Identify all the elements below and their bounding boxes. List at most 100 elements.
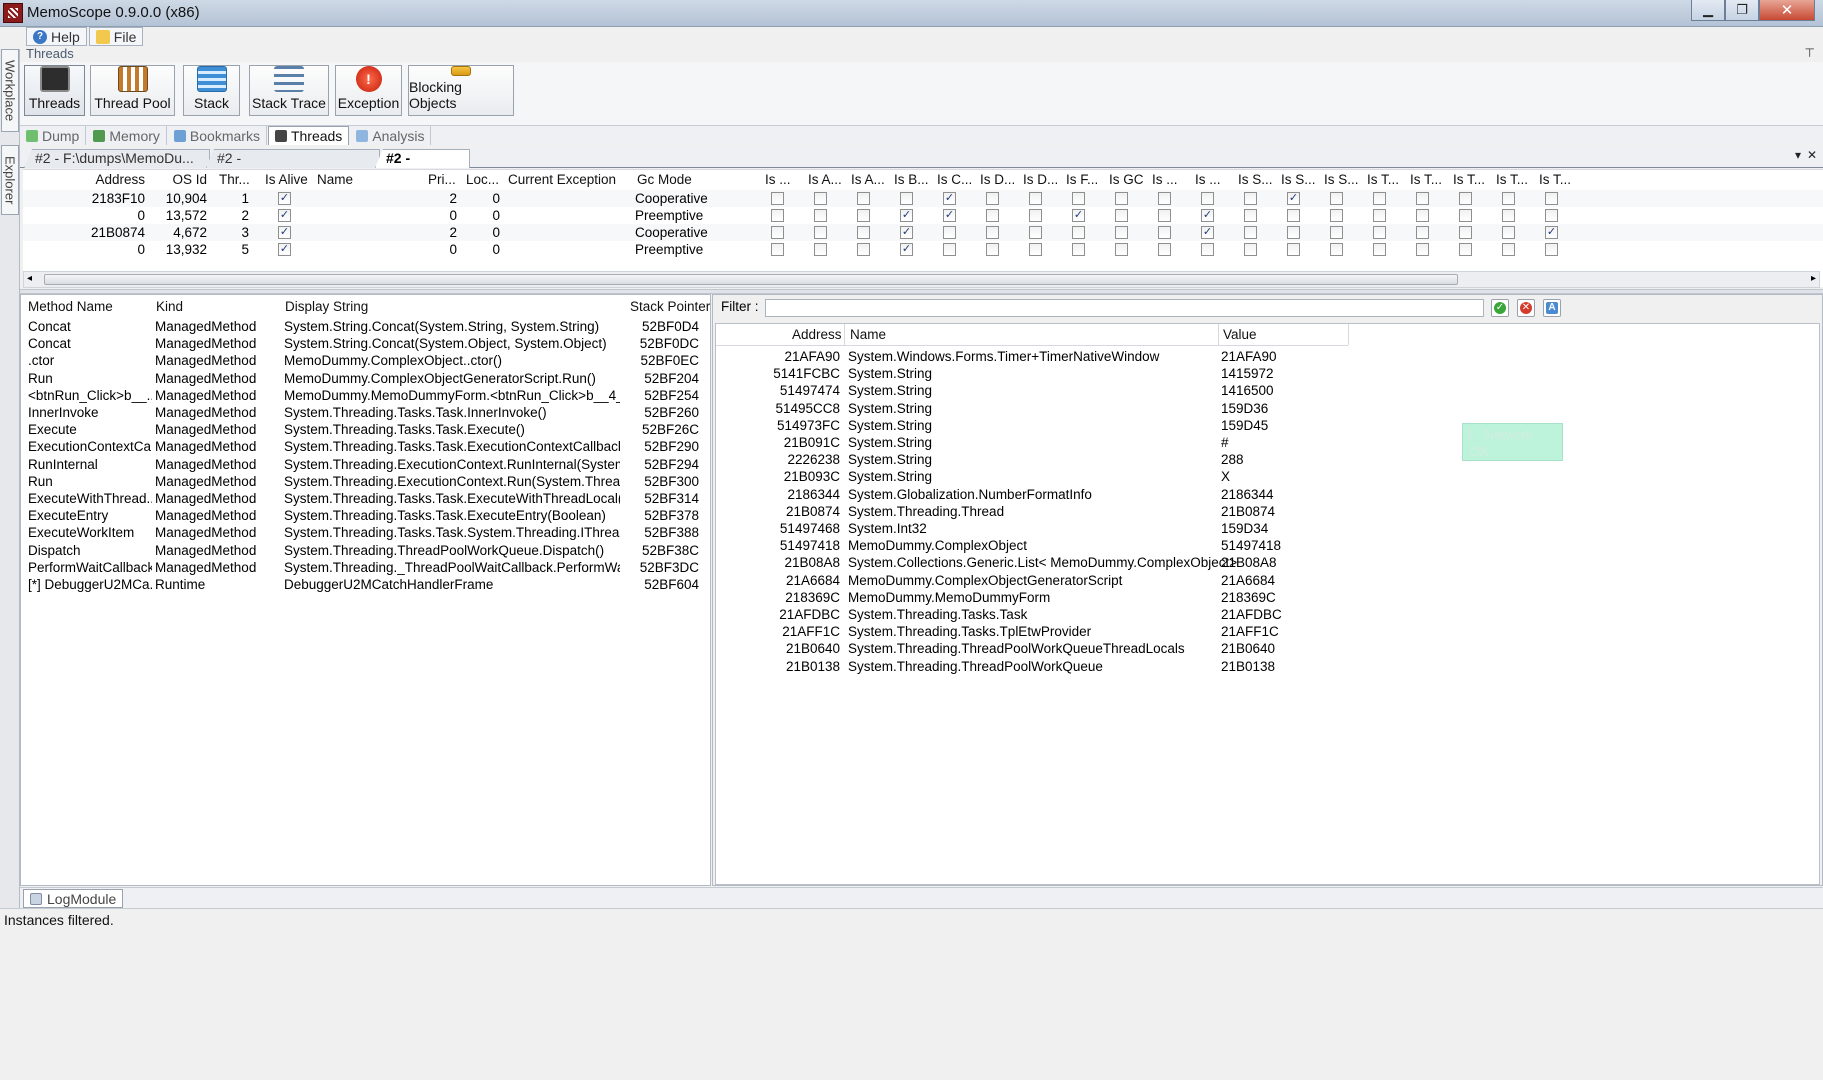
- flag-checkbox[interactable]: [1416, 243, 1429, 256]
- flag-checkbox[interactable]: [857, 243, 870, 256]
- doc-close-icon[interactable]: ✕: [1807, 148, 1817, 162]
- instance-row[interactable]: 21B0874 System.Threading.Thread 21B0874: [716, 503, 1819, 520]
- flag-checkbox[interactable]: [1330, 209, 1343, 222]
- flag-checkbox[interactable]: [1502, 209, 1515, 222]
- flag-checkbox[interactable]: [1158, 192, 1171, 205]
- instance-row[interactable]: 2226238 System.String 288: [716, 451, 1819, 468]
- stack-row[interactable]: Run ManagedMethod System.Threading.Executi…: [21, 473, 710, 490]
- flag-checkbox[interactable]: ✓: [1072, 209, 1085, 222]
- flag-checkbox[interactable]: [1201, 192, 1214, 205]
- flag-checkbox[interactable]: [1072, 192, 1085, 205]
- log-module-tab[interactable]: LogModule: [23, 889, 124, 908]
- stack-row[interactable]: ExecuteWithThread... ManagedMethod System.…: [21, 490, 710, 507]
- threads-col-header[interactable]: Is A...: [851, 170, 891, 189]
- tab-memory[interactable]: Memory: [87, 126, 167, 145]
- flag-checkbox[interactable]: [1502, 192, 1515, 205]
- instance-row[interactable]: 21B093C System.String X: [716, 468, 1819, 485]
- flag-checkbox[interactable]: [771, 243, 784, 256]
- stack-row[interactable]: ExecuteEntry ManagedMethod System.Threadin…: [21, 507, 710, 524]
- is-alive-checkbox[interactable]: ✓: [278, 192, 291, 205]
- flag-checkbox[interactable]: [1416, 192, 1429, 205]
- threads-col-header[interactable]: Is B...: [894, 170, 934, 189]
- flag-checkbox[interactable]: [1330, 192, 1343, 205]
- flag-checkbox[interactable]: [1287, 243, 1300, 256]
- instance-row[interactable]: 514973FC System.String 159D45: [716, 417, 1819, 434]
- filter-input[interactable]: [765, 299, 1484, 317]
- doc-tab-threads[interactable]: #2 - Threads: [375, 149, 470, 168]
- threads-col-header[interactable]: Is T...: [1539, 170, 1579, 189]
- instance-row[interactable]: 218369C MemoDummy.MemoDummyForm 218369C: [716, 589, 1819, 606]
- flag-checkbox[interactable]: [1502, 226, 1515, 239]
- tab-analysis[interactable]: Analysis: [350, 126, 432, 145]
- flag-checkbox[interactable]: ✓: [1201, 226, 1214, 239]
- threads-col-header[interactable]: Is GC: [1109, 170, 1149, 189]
- col-kind[interactable]: Kind: [156, 299, 183, 314]
- flag-checkbox[interactable]: [1287, 226, 1300, 239]
- flag-checkbox[interactable]: [857, 209, 870, 222]
- threads-col-header[interactable]: Is ...: [765, 170, 805, 189]
- flag-checkbox[interactable]: ✓: [900, 243, 913, 256]
- notification-toast[interactable]: 1 - Network OK: [1462, 423, 1563, 461]
- threads-col-header[interactable]: Is Alive: [265, 170, 308, 189]
- threads-col-header[interactable]: Current Exception: [508, 170, 616, 189]
- stack-trace-button[interactable]: Stack Trace: [249, 65, 329, 116]
- instance-row[interactable]: 51497474 System.String 1416500: [716, 382, 1819, 399]
- instance-row[interactable]: 21B08A8 System.Collections.Generic.List< …: [716, 554, 1819, 571]
- instance-row[interactable]: 21B091C System.String #: [716, 434, 1819, 451]
- scroll-right-icon[interactable]: ▸: [1811, 273, 1816, 284]
- stack-row[interactable]: Concat ManagedMethod System.String.Concat(…: [21, 318, 710, 335]
- col-stack-pointer[interactable]: Stack Pointer: [630, 299, 710, 314]
- doc-tab-complex-object[interactable]: #2 - MemoDummy.Comp...: [206, 149, 380, 168]
- menu-help[interactable]: ? Help: [26, 27, 87, 46]
- threads-col-header[interactable]: Is T...: [1367, 170, 1407, 189]
- threads-button[interactable]: Threads: [24, 65, 85, 116]
- threads-col-header[interactable]: Is S...: [1238, 170, 1278, 189]
- flag-checkbox[interactable]: [814, 209, 827, 222]
- horizontal-scrollbar[interactable]: ◂ ▸: [23, 271, 1820, 288]
- flag-checkbox[interactable]: [814, 192, 827, 205]
- flag-checkbox[interactable]: ✓: [900, 209, 913, 222]
- instance-row[interactable]: 21A6684 MemoDummy.ComplexObjectGeneratorS…: [716, 572, 1819, 589]
- col-method-name[interactable]: Method Name: [28, 299, 113, 314]
- threads-col-header[interactable]: OS Id: [169, 170, 207, 189]
- pin-icon[interactable]: ⊤: [1805, 46, 1815, 60]
- threads-col-header[interactable]: Is T...: [1496, 170, 1536, 189]
- flag-checkbox[interactable]: [1244, 209, 1257, 222]
- flag-checkbox[interactable]: [1158, 226, 1171, 239]
- flag-checkbox[interactable]: [1115, 226, 1128, 239]
- flag-checkbox[interactable]: [1115, 209, 1128, 222]
- flag-checkbox[interactable]: [986, 192, 999, 205]
- flag-checkbox[interactable]: [986, 226, 999, 239]
- flag-checkbox[interactable]: [943, 243, 956, 256]
- instance-row[interactable]: 21AFF1C System.Threading.Tasks.TplEtwProv…: [716, 623, 1819, 640]
- flag-checkbox[interactable]: [1373, 209, 1386, 222]
- flag-checkbox[interactable]: [771, 192, 784, 205]
- is-alive-checkbox[interactable]: ✓: [278, 243, 291, 256]
- flag-checkbox[interactable]: [1459, 209, 1472, 222]
- flag-checkbox[interactable]: [1545, 209, 1558, 222]
- flag-checkbox[interactable]: [1158, 243, 1171, 256]
- tab-bookmarks[interactable]: Bookmarks: [168, 126, 267, 145]
- threads-col-header[interactable]: Is S...: [1281, 170, 1321, 189]
- minimize-button[interactable]: ▁: [1691, 0, 1725, 21]
- stack-row[interactable]: Execute ManagedMethod System.Threading.Tas…: [21, 421, 710, 438]
- flag-checkbox[interactable]: [1115, 192, 1128, 205]
- instance-row[interactable]: 21B0138 System.Threading.ThreadPoolWorkQu…: [716, 658, 1819, 675]
- flag-checkbox[interactable]: [1416, 226, 1429, 239]
- flag-checkbox[interactable]: [771, 209, 784, 222]
- flag-checkbox[interactable]: [1373, 243, 1386, 256]
- flag-checkbox[interactable]: ✓: [943, 192, 956, 205]
- threads-col-header[interactable]: Is ...: [1195, 170, 1235, 189]
- threads-col-header[interactable]: Gc Mode: [637, 170, 692, 189]
- threads-col-header[interactable]: Is D...: [980, 170, 1020, 189]
- flag-checkbox[interactable]: [1244, 192, 1257, 205]
- stack-row[interactable]: Dispatch ManagedMethod System.Threading.Th…: [21, 542, 710, 559]
- maximize-button[interactable]: ❐: [1725, 0, 1759, 21]
- threads-col-header[interactable]: Is T...: [1453, 170, 1493, 189]
- stack-row[interactable]: RunInternal ManagedMethod System.Threading…: [21, 456, 710, 473]
- filter-options-button[interactable]: A: [1543, 299, 1561, 317]
- tab-threads[interactable]: Threads: [267, 126, 350, 145]
- flag-checkbox[interactable]: [1244, 226, 1257, 239]
- sidebar-tab-workplace[interactable]: Workplace: [1, 49, 19, 132]
- exception-button[interactable]: ! Exception: [335, 65, 402, 116]
